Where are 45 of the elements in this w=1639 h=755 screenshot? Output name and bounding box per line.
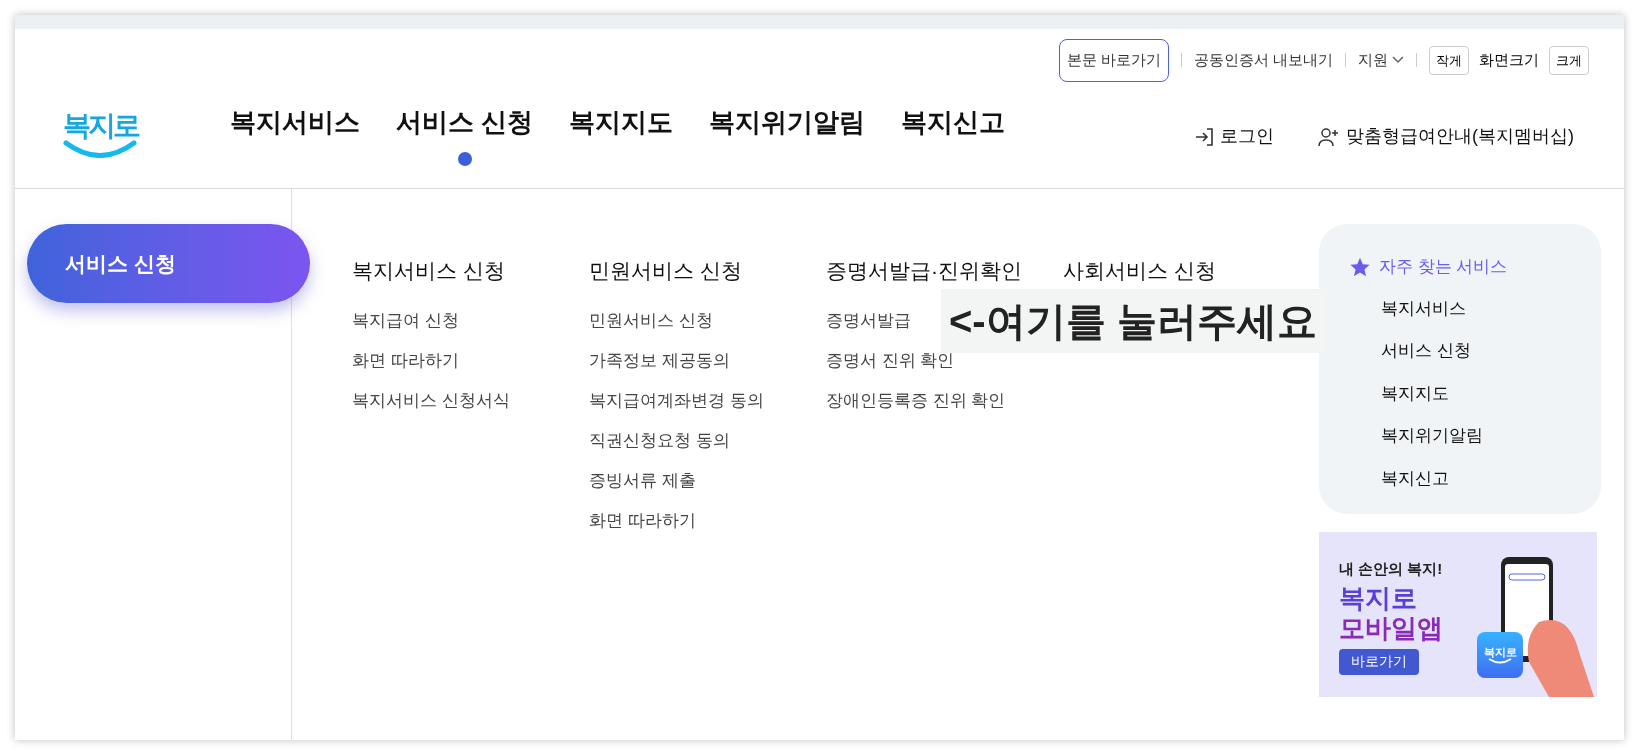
menu-item[interactable]: 화면 따라하기 [589, 500, 696, 541]
favorite-link[interactable]: 복지지도 [1381, 380, 1449, 406]
skip-link[interactable]: 본문 바로가기 [1058, 39, 1169, 82]
support-dropdown[interactable]: 지원 [1358, 49, 1404, 72]
font-smaller-button[interactable]: 작게 [1429, 45, 1469, 75]
add-user-icon [1318, 126, 1340, 147]
menu-item[interactable]: 직권신청요청 동의 [589, 420, 730, 461]
menu-heading[interactable]: 증명서발급·진위확인 [826, 255, 1022, 287]
chevron-down-icon [1392, 56, 1404, 65]
banner-tagline: 내 손안의 복지! [1339, 559, 1443, 579]
menu-item[interactable]: 복지서비스 신청서식 [352, 380, 510, 421]
menu-item[interactable]: 복지급여계좌변경 동의 [589, 380, 764, 421]
nav-tab[interactable]: 복지지도 [569, 103, 674, 166]
menu-item[interactable]: 가족정보 제공동의 [589, 340, 730, 381]
menu-heading[interactable]: 사회서비스 신청 [1063, 255, 1216, 287]
certificate-link[interactable]: 공동인증서 내보내기 [1193, 49, 1333, 72]
banner-headline: 모바일앱 [1339, 612, 1443, 643]
app-banner[interactable]: 내 손안의 복지! 복지로 모바일앱 바로가기 복지로 [1319, 532, 1597, 697]
menu-item[interactable]: 증명서발급 [826, 300, 911, 341]
favorites-title: 자주 찾는 서비스 [1379, 256, 1508, 278]
font-larger-button[interactable]: 크게 [1549, 45, 1589, 75]
membership-link[interactable]: 맞춤형급여안내(복지멤버십) [1318, 123, 1574, 150]
nav-tab[interactable]: 복지서비스 [230, 103, 360, 166]
menu-item[interactable]: 화면 따라하기 [352, 340, 459, 381]
side-tab[interactable]: 서비스 신청 [27, 224, 310, 303]
banner-headline: 복지로 [1339, 582, 1418, 613]
favorite-link[interactable]: 복지위기알림 [1381, 423, 1483, 449]
nav-tab[interactable]: 서비스 신청 [396, 103, 534, 166]
banner-button[interactable]: 바로가기 [1339, 648, 1419, 675]
login-link[interactable]: 로그인 [1194, 123, 1274, 150]
favorite-link[interactable]: 복지신고 [1381, 465, 1449, 491]
menu-item[interactable]: 증빙서류 제출 [589, 460, 696, 501]
login-icon [1194, 126, 1214, 147]
menu-heading[interactable]: 민원서비스 신청 [589, 255, 742, 287]
menu-item[interactable]: 민원서비스 신청 [589, 300, 713, 341]
nav-tab[interactable]: 복지위기알림 [709, 103, 866, 166]
favorite-link[interactable]: 복지서비스 [1381, 295, 1466, 321]
menu-item[interactable]: 장애인등록증 진위 확인 [826, 380, 1006, 421]
menu-heading[interactable]: 복지서비스 신청 [352, 255, 505, 287]
app-icon: 복지로 [1477, 632, 1523, 678]
favorite-link[interactable]: 서비스 신청 [1381, 338, 1471, 364]
smile-logo-icon [63, 139, 137, 158]
nav-tab[interactable]: 복지신고 [901, 103, 1006, 166]
font-size-label: 화면크기 [1479, 50, 1539, 70]
menu-item[interactable]: 복지급여 신청 [352, 300, 459, 341]
